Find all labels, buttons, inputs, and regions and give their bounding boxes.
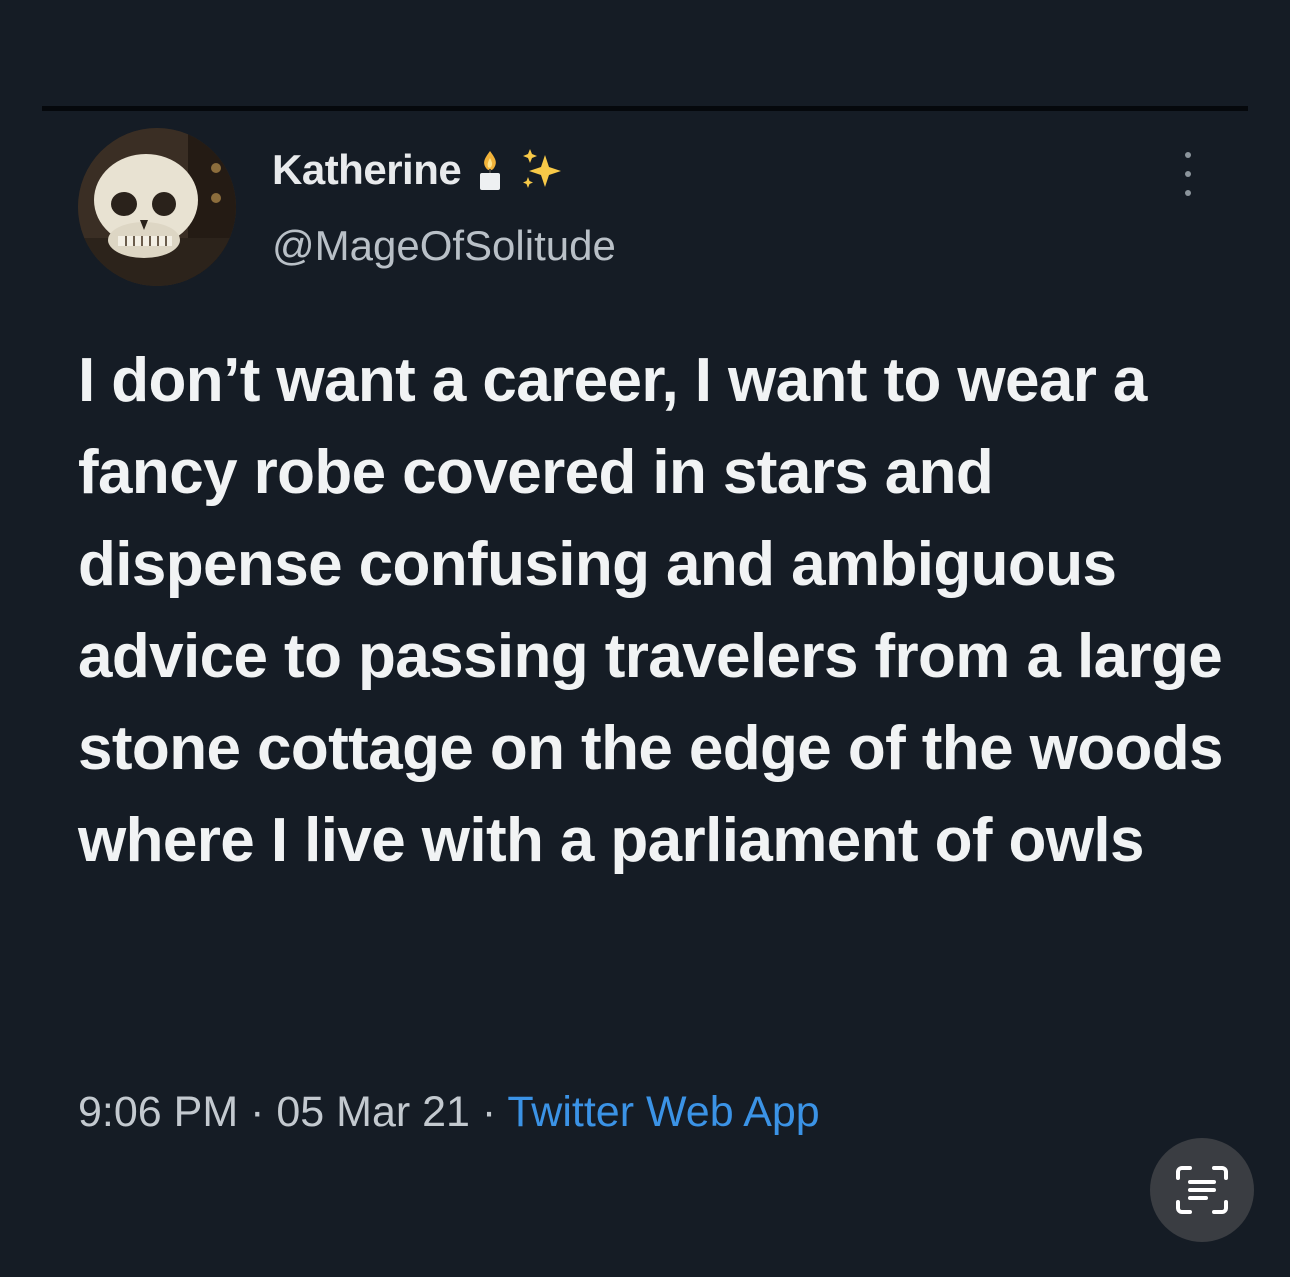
skull-avatar-image [78,128,236,286]
sparkles-icon [519,147,565,193]
tweet-date[interactable]: 05 Mar 21 [276,1088,470,1136]
more-options-icon[interactable] [1176,152,1200,196]
author-name-row[interactable]: Katherine [272,146,565,194]
tweet-meta: 9:06 PM · 05 Mar 21 · Twitter Web App [78,1088,820,1137]
candle-icon [475,149,505,191]
author-handle[interactable]: @MageOfSolitude [272,222,616,270]
tweet-text: I don’t want a career, I want to wear a … [78,346,1224,875]
tweet-time[interactable]: 9:06 PM [78,1088,238,1136]
meta-separator: · [469,1088,508,1136]
top-divider [42,106,1248,111]
author-display-name[interactable]: Katherine [272,146,462,194]
avatar[interactable] [78,128,236,286]
text-scan-icon [1176,1166,1228,1214]
text-scan-button[interactable] [1150,1138,1254,1242]
meta-separator: · [238,1088,277,1136]
tweet-source-link[interactable]: Twitter Web App [507,1088,819,1136]
